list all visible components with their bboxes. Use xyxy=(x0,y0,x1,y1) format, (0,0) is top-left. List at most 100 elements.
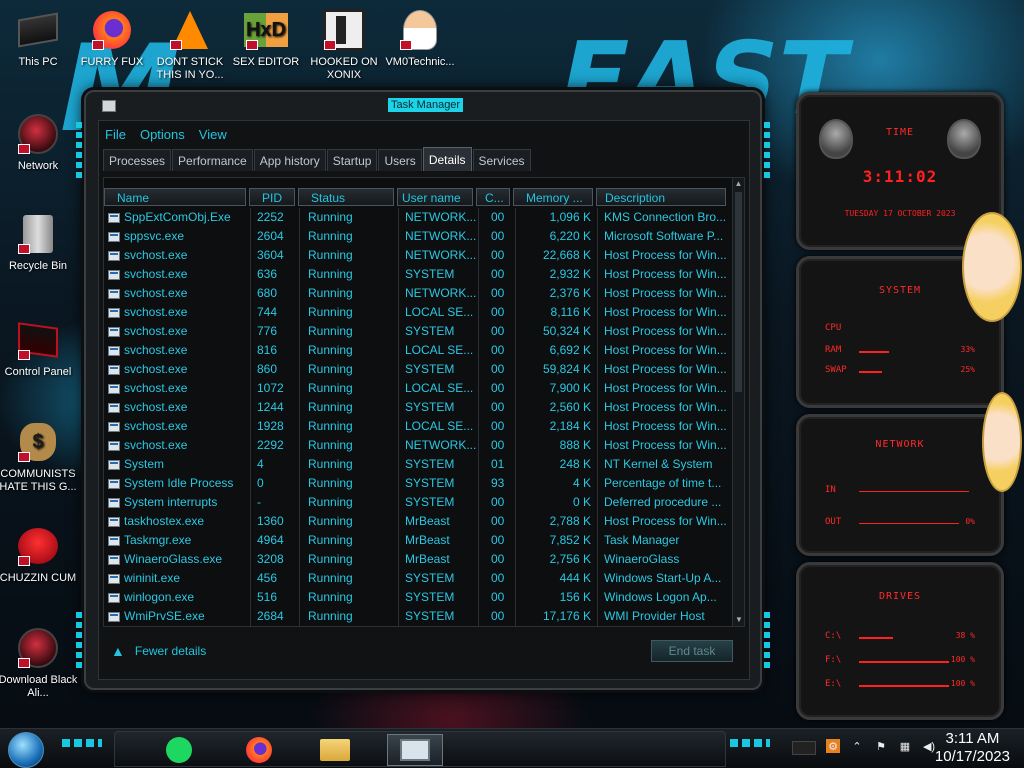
process-user: SYSTEM xyxy=(399,588,479,607)
table-row[interactable]: svchost.exe 680 Running NETWORK... 00 2,376 K… xyxy=(104,284,732,303)
table-row[interactable]: System interrupts - Running SYSTEM 00 0 K Defe… xyxy=(104,493,732,512)
process-cpu: 00 xyxy=(479,227,516,246)
network-title: NETWORK xyxy=(875,439,925,450)
desktop-icon[interactable]: VM0Technic... xyxy=(378,8,462,69)
table-row[interactable]: SppExtComObj.Exe 2252 Running NETWORK... 00 1… xyxy=(104,208,732,227)
process-status: Running xyxy=(300,398,399,417)
shortcut-badge-icon xyxy=(18,244,30,254)
table-row[interactable]: System 4 Running SYSTEM 01 248 K NT Kernel & S… xyxy=(104,455,732,474)
desktop-icon-label: Recycle Bin xyxy=(8,260,68,272)
table-row[interactable]: WinaeroGlass.exe 3208 Running MrBeast 00 2,75… xyxy=(104,550,732,569)
network-gadget[interactable]: NETWORK IN OUT 0% xyxy=(796,414,1004,556)
swap-value: 25% xyxy=(960,365,975,374)
fewer-details-link[interactable]: ▲ Fewer details xyxy=(111,643,206,659)
table-row[interactable]: svchost.exe 1928 Running LOCAL SE... 00 2,184… xyxy=(104,417,732,436)
process-description: Percentage of time t... xyxy=(604,476,722,490)
end-task-button[interactable]: End task xyxy=(651,640,733,662)
menu-file[interactable]: File xyxy=(105,125,126,145)
volume-icon[interactable]: ◀) xyxy=(922,739,936,753)
process-name: svchost.exe xyxy=(104,265,251,284)
scroll-up-icon[interactable]: ▲ xyxy=(733,178,744,190)
desktop-icon[interactable]: HxD SEX EDITOR xyxy=(224,8,308,69)
taskbar-firefox[interactable] xyxy=(237,734,281,766)
scrollbar-thumb[interactable] xyxy=(735,192,742,392)
process-icon xyxy=(108,573,120,584)
table-row[interactable]: Taskmgr.exe 4964 Running MrBeast 00 7,852 K Ta… xyxy=(104,531,732,550)
desktop-icon[interactable]: This PC xyxy=(0,8,80,69)
table-row[interactable]: wininit.exe 456 Running SYSTEM 00 444 K Window… xyxy=(104,569,732,588)
table-row[interactable]: WmiPrvSE.exe 2684 Running SYSTEM 00 17,176 K W… xyxy=(104,607,732,626)
tab-app-history[interactable]: App history xyxy=(253,149,326,171)
desktop-icon[interactable]: CHUZZIN CUM xyxy=(0,524,80,585)
menu-options[interactable]: Options xyxy=(140,125,185,145)
column-header-status[interactable]: Status xyxy=(298,188,394,206)
process-user: SYSTEM xyxy=(399,455,479,474)
table-row[interactable]: svchost.exe 1244 Running SYSTEM 00 2,560 K Hos… xyxy=(104,398,732,417)
table-row[interactable]: taskhostex.exe 1360 Running MrBeast 00 2,788 … xyxy=(104,512,732,531)
window-decoration xyxy=(76,122,82,182)
table-row[interactable]: svchost.exe 636 Running SYSTEM 00 2,932 K Host… xyxy=(104,265,732,284)
column-header-pid[interactable]: PID xyxy=(249,188,295,206)
column-header-user-name[interactable]: User name xyxy=(397,188,473,206)
scroll-down-icon[interactable]: ▼ xyxy=(733,614,744,626)
tab-performance[interactable]: Performance xyxy=(172,149,253,171)
table-row[interactable]: svchost.exe 860 Running SYSTEM 00 59,824 K Hos… xyxy=(104,360,732,379)
column-header-memory[interactable]: Memory ... xyxy=(513,188,593,206)
table-row[interactable]: svchost.exe 776 Running SYSTEM 00 50,324 K Hos… xyxy=(104,322,732,341)
table-row[interactable]: svchost.exe 744 Running LOCAL SE... 00 8,116 … xyxy=(104,303,732,322)
table-row[interactable]: svchost.exe 816 Running LOCAL SE... 00 6,692 … xyxy=(104,341,732,360)
xonix-icon xyxy=(322,8,366,52)
window-system-icon[interactable] xyxy=(102,100,116,112)
taskbar-file-explorer[interactable] xyxy=(313,734,357,766)
column-header-name[interactable]: Name xyxy=(104,188,246,206)
vertical-scrollbar[interactable]: ▲ ▼ xyxy=(732,178,744,626)
process-cpu: 00 xyxy=(479,569,516,588)
process-name-text: svchost.exe xyxy=(124,362,188,376)
table-row[interactable]: sppsvc.exe 2604 Running NETWORK... 00 6,220 K… xyxy=(104,227,732,246)
desktop-icon[interactable]: HOOKED ON XONIX xyxy=(302,8,386,82)
process-name-text: svchost.exe xyxy=(124,343,188,357)
column-header-description[interactable]: Description xyxy=(596,188,726,206)
drives-gadget[interactable]: DRIVES C:\ 38 % F:\ 100 % E:\ 100 % xyxy=(796,562,1004,720)
taskbar-spotify[interactable] xyxy=(157,734,201,766)
process-icon xyxy=(108,592,120,603)
process-name: svchost.exe xyxy=(104,379,251,398)
tab-startup[interactable]: Startup xyxy=(326,149,378,171)
process-icon xyxy=(108,250,120,261)
process-name: WinaeroGlass.exe xyxy=(104,550,251,569)
tab-processes[interactable]: Processes xyxy=(103,149,172,171)
desktop-icon[interactable]: FURRY FUX xyxy=(70,8,154,69)
network-icon[interactable]: ▦ xyxy=(898,739,912,753)
process-name: System Idle Process xyxy=(104,474,251,493)
desktop-icon[interactable]: Control Panel xyxy=(0,318,80,379)
table-row[interactable]: svchost.exe 2292 Running NETWORK... 00 888 K H… xyxy=(104,436,732,455)
taskbar-clock[interactable]: 3:11 AM 10/17/2023 xyxy=(935,730,1010,766)
process-pid: 2684 xyxy=(251,607,300,626)
start-button[interactable] xyxy=(8,732,44,768)
desktop-icon[interactable]: Download Black Ali... xyxy=(0,626,80,700)
process-status: Running xyxy=(300,588,399,607)
desktop-icon[interactable]: Network xyxy=(0,112,80,173)
tab-details[interactable]: Details xyxy=(422,147,472,171)
chevron-up-icon[interactable]: ⌃ xyxy=(850,739,864,753)
table-row[interactable]: svchost.exe 1072 Running LOCAL SE... 00 7,900… xyxy=(104,379,732,398)
show-desktop-button[interactable] xyxy=(792,741,816,755)
flag-icon[interactable]: ⚑ xyxy=(874,739,888,753)
app-tray-icon[interactable]: ⚙ xyxy=(826,739,840,753)
desktop-icon[interactable]: DONT STICK THIS IN YO... xyxy=(148,8,232,82)
taskbar-task-manager[interactable] xyxy=(387,734,443,766)
process-cpu: 00 xyxy=(479,436,516,455)
tab-users[interactable]: Users xyxy=(378,149,422,171)
process-name: wininit.exe xyxy=(104,569,251,588)
process-pid: 1244 xyxy=(251,398,300,417)
table-row[interactable]: winlogon.exe 516 Running SYSTEM 00 156 K Windo… xyxy=(104,588,732,607)
menu-view[interactable]: View xyxy=(199,125,227,145)
table-row[interactable]: System Idle Process 0 Running SYSTEM 93 4 K Pe… xyxy=(104,474,732,493)
process-name: System xyxy=(104,455,251,474)
desktop-icon[interactable]: $ COMMUNISTS HATE THIS G... xyxy=(0,420,80,494)
desktop-icon[interactable]: Recycle Bin xyxy=(0,212,80,273)
column-header-cpu[interactable]: C... xyxy=(476,188,510,206)
tab-services[interactable]: Services xyxy=(472,149,531,171)
table-row[interactable]: svchost.exe 3604 Running NETWORK... 00 22,668… xyxy=(104,246,732,265)
drives-title: DRIVES xyxy=(878,591,922,602)
